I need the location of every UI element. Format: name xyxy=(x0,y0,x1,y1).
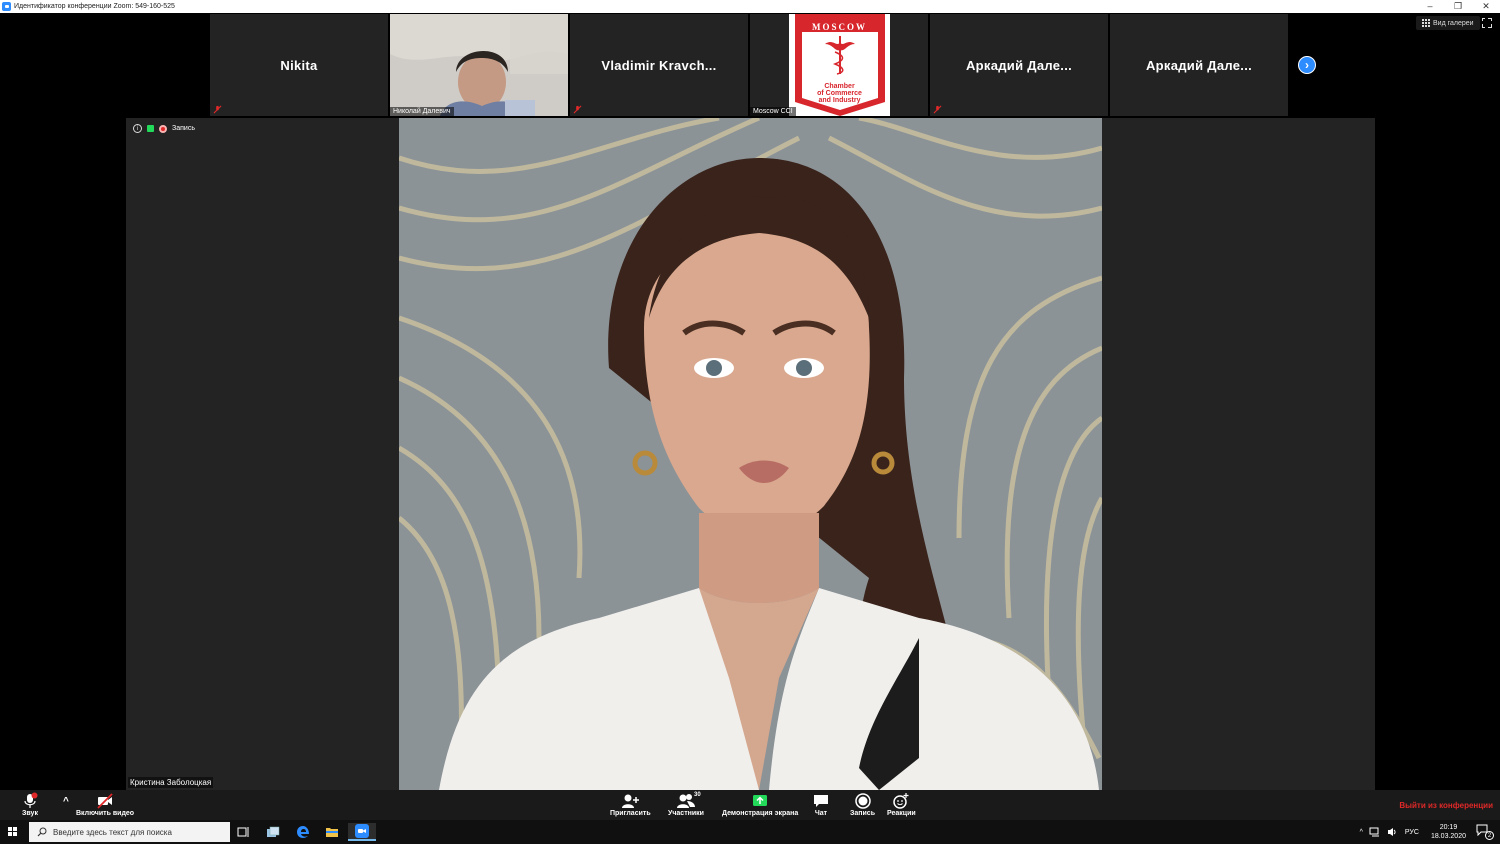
file-explorer-icon[interactable] xyxy=(323,823,341,841)
participants-button[interactable]: 30 Участники xyxy=(668,792,704,817)
meeting-toolbar: Звук ^ Включить видео Пригласить 30 Учас… xyxy=(0,790,1500,820)
video-label: Включить видео xyxy=(76,810,135,817)
participants-icon xyxy=(676,794,695,808)
lock-icon[interactable] xyxy=(147,125,154,132)
mic-muted-icon xyxy=(213,105,222,114)
search-placeholder: Введите здесь текст для поиска xyxy=(53,827,172,837)
participant-name: Аркадий Дале... xyxy=(1145,57,1253,73)
record-label: Запись xyxy=(850,810,876,817)
meeting-status-bar: i Запись xyxy=(133,124,195,133)
participant-name: Nikita xyxy=(280,57,318,73)
mic-muted-icon xyxy=(573,105,582,114)
participant-name: Аркадий Дале... xyxy=(965,57,1073,73)
zoom-app-icon xyxy=(2,2,11,11)
search-icon xyxy=(37,827,47,837)
video-off-icon xyxy=(97,793,113,809)
invite-label: Пригласить xyxy=(610,810,651,817)
participant-tile[interactable]: Аркадий Дале... xyxy=(1110,14,1288,116)
gallery-view-label: Вид галереи xyxy=(1433,19,1474,27)
audio-label: Звук xyxy=(22,810,38,817)
minimize-button[interactable]: – xyxy=(1416,0,1444,13)
active-speaker-view: i Запись Кристина Заболоцкая xyxy=(126,118,1375,790)
microphone-icon xyxy=(24,792,38,808)
chat-button[interactable]: Чат xyxy=(812,792,830,817)
moscow-cci-logo: MOSCOW Chamber of Commerce and Industry xyxy=(789,14,890,116)
chevron-up-icon[interactable]: ^ xyxy=(1360,829,1363,836)
window-title: Идентификатор конференции Zoom: 549-160-… xyxy=(14,3,175,10)
grid-icon xyxy=(1422,19,1430,27)
cci-logo-line: of Commerce xyxy=(817,90,862,97)
recording-label: Запись xyxy=(172,125,195,132)
participant-tile[interactable]: Nikita xyxy=(210,14,388,116)
audio-options-button[interactable]: ^ xyxy=(63,796,69,807)
notifications-button[interactable]: 2 xyxy=(1476,824,1494,840)
participant-tile-logo[interactable]: MOSCOW Chamber of Commerce and Industry … xyxy=(750,14,928,116)
window-controls: – ❐ ✕ xyxy=(1416,0,1500,13)
reactions-icon xyxy=(893,793,909,809)
speaker-portrait xyxy=(399,118,1102,790)
task-view-icon[interactable] xyxy=(234,823,252,841)
participant-tile-video[interactable]: Николай Далевич xyxy=(390,14,568,116)
participant-tile[interactable]: Vladimir Kravch... xyxy=(570,14,748,116)
participant-tile[interactable]: Аркадий Дале... xyxy=(930,14,1108,116)
cci-logo-top-text: MOSCOW xyxy=(811,22,867,32)
participants-strip: Nikita Николай Далевич Vladimir Kravch..… xyxy=(210,14,1290,116)
system-tray: ^ РУС 20:19 18.03.2020 2 xyxy=(1360,820,1500,844)
reactions-button[interactable]: Реакции xyxy=(887,792,916,817)
mic-muted-icon xyxy=(933,105,942,114)
explorer-windows-icon[interactable] xyxy=(264,823,282,841)
language-indicator[interactable]: РУС xyxy=(1405,829,1419,836)
leave-meeting-button[interactable]: Выйти из конференции xyxy=(1399,801,1493,810)
clock-date: 18.03.2020 xyxy=(1430,833,1466,840)
add-user-icon xyxy=(622,794,640,808)
speaker-video-feed xyxy=(399,118,1102,790)
share-screen-button[interactable]: Демонстрация экрана xyxy=(722,792,798,817)
speaker-name-caption: Кристина Заболоцкая xyxy=(128,777,214,788)
invite-button[interactable]: Пригласить xyxy=(610,792,651,817)
chat-label: Чат xyxy=(814,810,828,817)
share-screen-label: Демонстрация экрана xyxy=(722,810,799,817)
recording-icon xyxy=(159,124,167,133)
video-button[interactable]: Включить видео xyxy=(76,792,134,817)
share-screen-icon xyxy=(753,795,768,806)
window-titlebar: Идентификатор конференции Zoom: 549-160-… xyxy=(0,0,1500,13)
participants-label: Участники xyxy=(668,810,704,817)
clock-time: 20:19 xyxy=(1439,824,1458,831)
participant-name-caption: Николай Далевич xyxy=(390,107,454,116)
participant-name: Vladimir Kravch... xyxy=(601,57,717,73)
chevron-right-icon: › xyxy=(1305,58,1309,72)
participants-count: 30 xyxy=(693,792,701,798)
zoom-taskbar-icon[interactable] xyxy=(348,823,376,841)
chat-icon xyxy=(814,795,828,807)
chevron-up-icon: ^ xyxy=(63,796,69,807)
volume-icon[interactable] xyxy=(1387,827,1397,837)
windows-taskbar: Введите здесь текст для поиска ^ РУС 20:… xyxy=(0,820,1500,844)
participant-name-caption: Moscow CCI xyxy=(750,107,796,116)
taskbar-search-input[interactable]: Введите здесь текст для поиска xyxy=(29,822,230,842)
cci-logo-line: and Industry xyxy=(818,97,861,104)
gallery-view-button[interactable]: Вид галереи xyxy=(1416,16,1480,30)
participant-video-feed xyxy=(390,14,568,116)
info-icon[interactable]: i xyxy=(133,124,142,133)
windows-start-icon[interactable] xyxy=(8,827,17,836)
fullscreen-icon[interactable] xyxy=(1481,17,1492,28)
reactions-label: Реакции xyxy=(887,810,916,817)
record-icon xyxy=(854,793,871,809)
network-icon[interactable] xyxy=(1369,827,1381,837)
taskbar-clock[interactable]: 20:19 18.03.2020 xyxy=(1431,823,1466,841)
restore-button[interactable]: ❐ xyxy=(1444,0,1472,13)
close-button[interactable]: ✕ xyxy=(1472,0,1500,13)
notification-count: 2 xyxy=(1485,831,1494,840)
record-button[interactable]: Запись xyxy=(850,792,875,817)
edge-browser-icon[interactable] xyxy=(294,823,312,841)
audio-button[interactable]: Звук xyxy=(22,792,38,817)
cci-logo-line: Chamber xyxy=(824,83,855,90)
next-page-button[interactable]: › xyxy=(1298,56,1316,74)
